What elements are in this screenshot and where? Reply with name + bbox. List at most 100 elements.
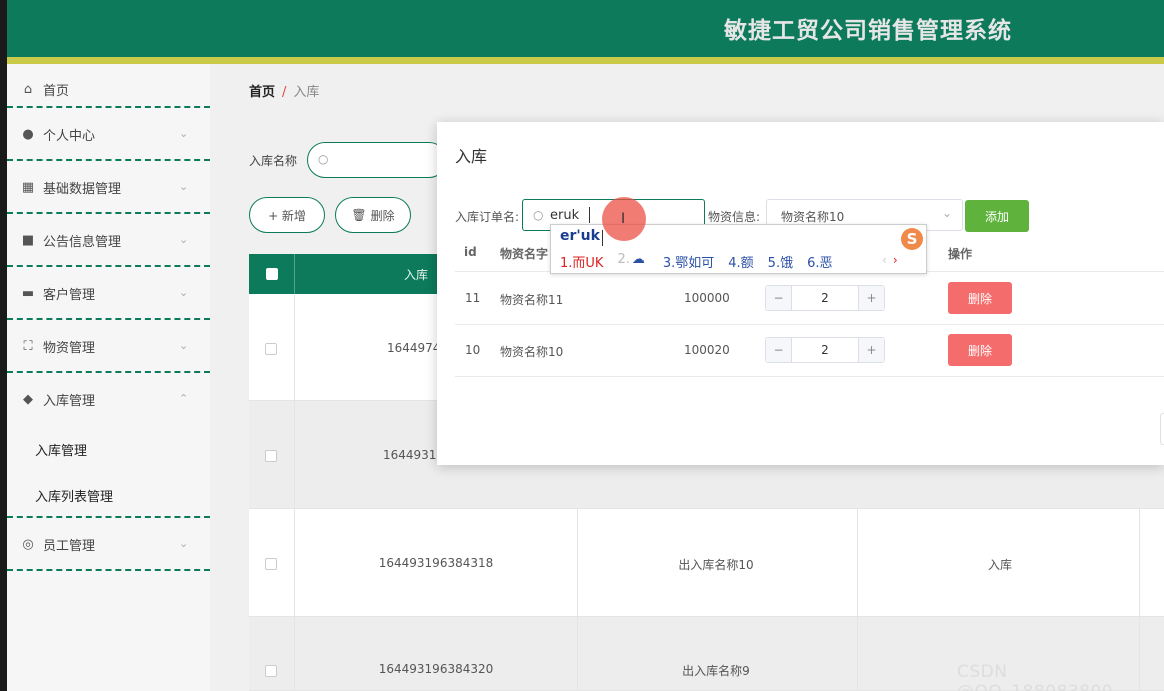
row-id: 1644931 — [383, 448, 437, 462]
warehouse-icon: ◆ — [23, 392, 33, 407]
chevron-down-icon: ⌄ — [179, 180, 189, 193]
row-goods-name: 物资名称10 — [500, 345, 564, 359]
menu-divider — [7, 106, 210, 108]
row-checkbox[interactable] — [265, 343, 277, 355]
decrement-button[interactable]: − — [766, 338, 792, 362]
dialog-footer-button[interactable] — [1160, 413, 1164, 445]
sidebar-item-label: 首页 — [43, 84, 70, 99]
sidebar-item-staff[interactable]: ◎ 员工管理 ⌄ — [7, 519, 210, 570]
row-checkbox[interactable] — [265, 558, 277, 570]
delete-button[interactable]: 🗑 删除 — [335, 197, 411, 233]
select-all-checkbox[interactable] — [266, 268, 278, 280]
chevron-down-icon: ⌄ — [941, 206, 952, 220]
sidebar-item-label: 基础数据管理 — [43, 182, 122, 197]
column-header: 入库 — [404, 268, 429, 282]
row-name: 出入库名称9 — [682, 664, 750, 678]
row-id: 1644974 — [387, 341, 441, 355]
sidebar-item-warehouse[interactable]: ◆ 入库管理 ⌃ — [7, 374, 210, 425]
sidebar-item-label: 客户管理 — [43, 288, 96, 303]
chevron-left-icon[interactable]: ‹ — [882, 253, 887, 267]
customer-icon: ▬ — [21, 286, 35, 301]
increment-button[interactable]: + — [858, 338, 884, 362]
row-name: 出入库名称10 — [678, 558, 754, 572]
delete-label: 删除 — [370, 208, 395, 223]
sidebar-subitem-warehouse[interactable]: 入库管理 — [35, 440, 87, 459]
sidebar-item-label: 入库管理 — [43, 394, 96, 409]
quantity-stepper[interactable]: − 2 + — [765, 337, 885, 363]
row-checkbox[interactable] — [265, 665, 277, 677]
search-icon: ○ — [533, 208, 544, 222]
menu-divider — [7, 569, 210, 571]
system-title: 敏捷工贸公司销售管理系统 — [724, 18, 1012, 44]
ime-candidate[interactable]: 5.饿 — [768, 252, 793, 271]
chevron-down-icon: ⌄ — [179, 339, 189, 352]
delete-row-button[interactable]: 删除 — [948, 334, 1012, 366]
sidebar-item-label: 公告信息管理 — [43, 235, 122, 250]
order-name-label: 入库订单名: — [455, 210, 520, 224]
ime-candidate[interactable]: 4.额 — [728, 252, 753, 271]
row-id: 11 — [465, 291, 481, 305]
row-goods-name: 物资名称11 — [500, 293, 564, 307]
sidebar: ⌂ 首页 ● 个人中心 ⌄ ▦ 基础数据管理 ⌄ ■ 公告信息管理 ⌄ ▬ 客户… — [7, 64, 210, 691]
goods-select-value: 物资名称10 — [781, 210, 845, 224]
search-bar: 入库名称 ○ — [249, 142, 448, 178]
ime-candidate[interactable]: 6.恶 — [807, 252, 832, 271]
sidebar-item-label: 物资管理 — [43, 341, 96, 356]
column-header-operation: 操作 — [948, 247, 973, 261]
column-divider — [1139, 509, 1140, 617]
column-divider — [577, 617, 578, 691]
add-button[interactable]: + 新增 — [249, 197, 325, 233]
top-header: 敏捷工贸公司销售管理系统 — [7, 0, 1164, 57]
menu-divider — [7, 212, 210, 214]
row-checkbox[interactable] — [265, 450, 277, 462]
row-divider — [455, 376, 1164, 377]
chevron-right-icon[interactable]: › — [893, 253, 898, 267]
menu-divider — [7, 159, 210, 161]
row-stock: 100000 — [684, 291, 730, 305]
table-row: 164493196384318 出入库名称10 入库 — [249, 509, 1164, 617]
breadcrumb: 首页 / 入库 — [249, 81, 319, 100]
delete-row-button[interactable]: 删除 — [948, 282, 1012, 314]
column-divider — [294, 401, 295, 509]
text-caret — [589, 207, 590, 223]
add-goods-button[interactable]: 添加 — [965, 200, 1029, 232]
sidebar-item-base-data[interactable]: ▦ 基础数据管理 ⌄ — [7, 162, 210, 213]
menu-divider — [7, 265, 210, 267]
sidebar-item-customer[interactable]: ▬ 客户管理 ⌄ — [7, 268, 210, 319]
ime-candidate[interactable]: 1.而UK — [560, 252, 603, 271]
sidebar-subitem-warehouse-list[interactable]: 入库列表管理 — [35, 486, 113, 505]
sidebar-item-profile[interactable]: ● 个人中心 ⌄ — [7, 109, 210, 160]
increment-button[interactable]: + — [858, 286, 884, 310]
sidebar-item-label: 个人中心 — [43, 129, 96, 144]
ime-page-nav: ‹ › — [882, 253, 898, 267]
home-icon: ⌂ — [23, 82, 33, 97]
ime-candidate[interactable]: 2. — [617, 252, 629, 271]
row-id: 164493196384320 — [378, 662, 494, 676]
sidebar-item-goods[interactable]: ⛶ 物资管理 ⌄ — [7, 321, 210, 372]
ibeam-cursor-icon: I — [621, 211, 626, 227]
search-icon: ○ — [318, 152, 329, 166]
ime-candidate[interactable]: 3.鄂如可 — [663, 252, 714, 271]
search-input[interactable]: ○ — [307, 142, 448, 178]
dialog-title: 入库 — [455, 147, 488, 166]
app-window: 敏捷工贸公司销售管理系统 ⌂ 首页 ● 个人中心 ⌄ ▦ 基础数据管理 ⌄ ■ … — [7, 0, 1164, 691]
row-type: 入库 — [987, 558, 1012, 572]
column-divider — [857, 509, 858, 617]
column-header-name: 物资名字 — [500, 247, 549, 261]
notice-icon: ■ — [21, 233, 35, 248]
data-icon: ▦ — [21, 180, 35, 195]
menu-divider — [7, 318, 210, 320]
chevron-down-icon: ⌄ — [179, 286, 189, 299]
decrement-button[interactable]: − — [766, 286, 792, 310]
breadcrumb-home[interactable]: 首页 — [249, 85, 275, 100]
column-header-id: id — [464, 245, 477, 259]
quantity-stepper[interactable]: − 2 + — [765, 285, 885, 311]
row-divider — [455, 324, 1164, 325]
row-stock: 100020 — [684, 343, 730, 357]
trash-icon: 🗑 — [351, 208, 367, 222]
sidebar-item-notice[interactable]: ■ 公告信息管理 ⌄ — [7, 215, 210, 266]
column-divider — [294, 294, 295, 401]
row-id: 10 — [465, 343, 481, 357]
warehouse-dialog: 入库 入库订单名: ○ eruk 物资信息: 物资名称10 ⌄ 添加 id 物资… — [437, 122, 1164, 465]
header-stripe — [7, 57, 1164, 64]
